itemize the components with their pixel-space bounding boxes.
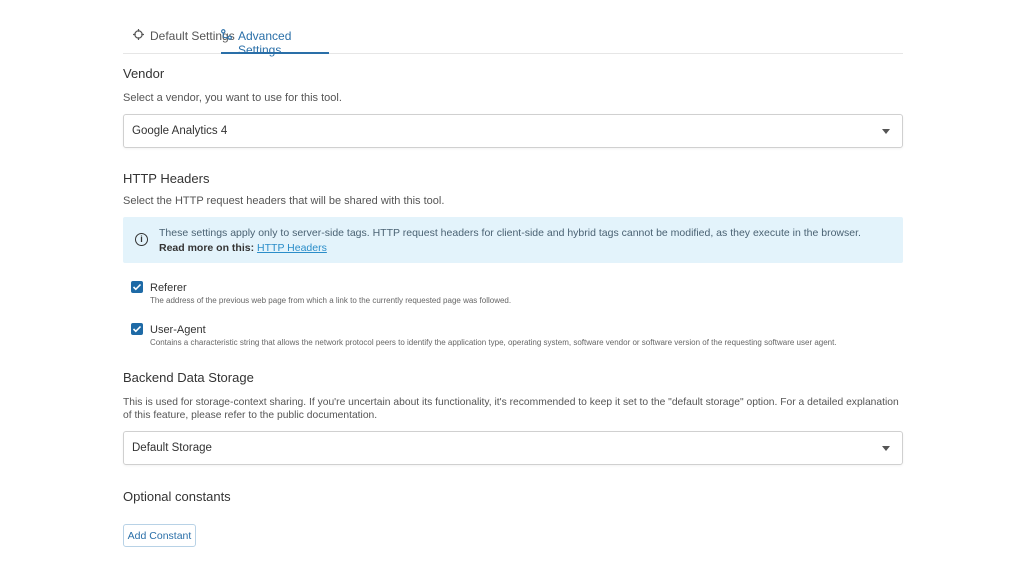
http-headers-description: Select the HTTP request headers that wil…: [123, 195, 444, 207]
storage-heading: Backend Data Storage: [123, 370, 254, 385]
referer-label: Referer: [150, 282, 187, 294]
chevron-down-icon: [882, 129, 890, 134]
info-banner: i These settings apply only to server-si…: [123, 217, 903, 263]
constants-heading: Optional constants: [123, 489, 231, 504]
vendor-heading: Vendor: [123, 66, 164, 81]
vendor-selected-value: Google Analytics 4: [132, 125, 227, 137]
storage-description: This is used for storage-context sharing…: [123, 396, 903, 422]
crosshair-icon: [133, 29, 144, 43]
storage-selected-value: Default Storage: [132, 442, 212, 454]
check-icon: [132, 324, 142, 334]
tab-bar: Default Settings Advanced Settings: [123, 22, 903, 54]
vendor-description: Select a vendor, you want to use for thi…: [123, 92, 342, 104]
http-headers-heading: HTTP Headers: [123, 171, 209, 186]
user-agent-description: Contains a characteristic string that al…: [150, 338, 837, 347]
info-text: These settings apply only to server-side…: [159, 227, 861, 239]
tab-advanced-settings[interactable]: Advanced Settings: [221, 22, 329, 54]
storage-select[interactable]: Default Storage: [123, 431, 903, 465]
add-constant-button[interactable]: Add Constant: [123, 524, 196, 547]
tab-default-settings[interactable]: Default Settings: [133, 22, 235, 54]
http-headers-link[interactable]: HTTP Headers: [257, 242, 327, 254]
user-agent-checkbox[interactable]: [131, 323, 143, 335]
tab-label: Advanced Settings: [238, 29, 329, 57]
route-icon: [221, 29, 232, 43]
info-icon: i: [135, 233, 148, 246]
chevron-down-icon: [882, 446, 890, 451]
user-agent-label: User-Agent: [150, 324, 206, 336]
check-icon: [132, 282, 142, 292]
referer-checkbox[interactable]: [131, 281, 143, 293]
read-more-label: Read more on this:: [159, 242, 254, 254]
referer-description: The address of the previous web page fro…: [150, 296, 511, 305]
vendor-select[interactable]: Google Analytics 4: [123, 114, 903, 148]
